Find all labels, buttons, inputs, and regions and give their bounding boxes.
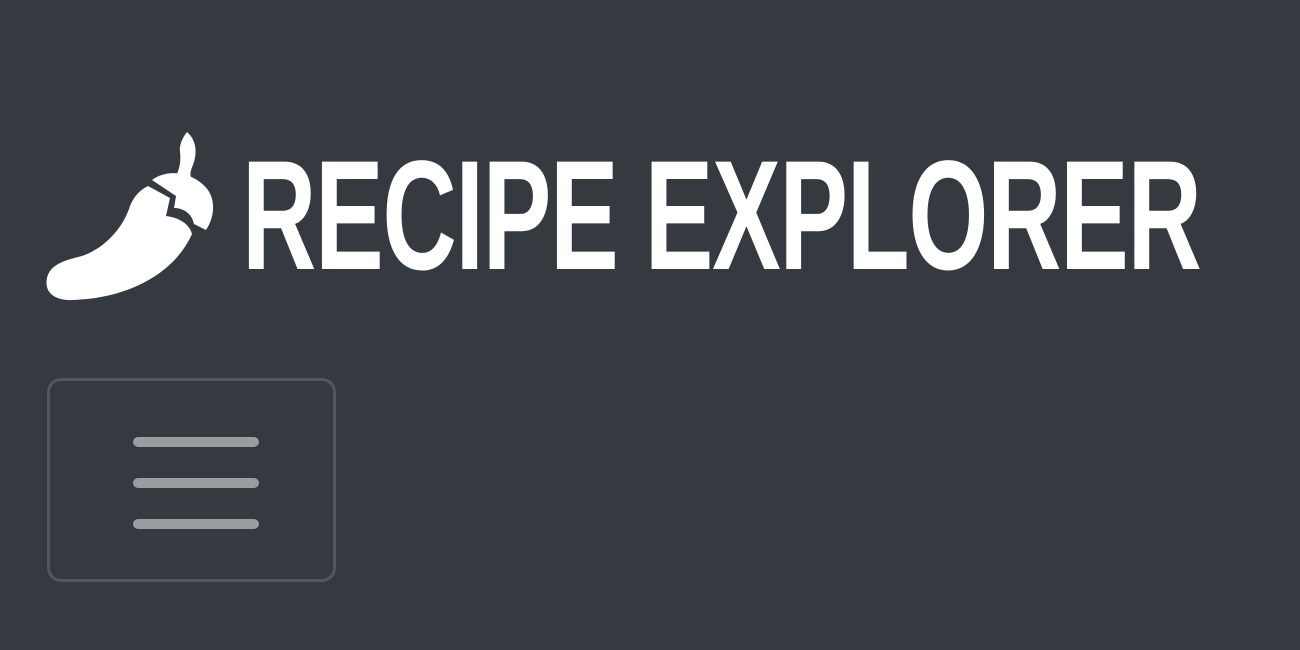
- navbar: Recipe Explorer: [0, 0, 1300, 650]
- brand-name: Recipe Explorer: [242, 128, 1202, 303]
- pepper-hot-icon: [46, 132, 214, 301]
- navbar-toggler-button[interactable]: [47, 378, 336, 582]
- brand-link[interactable]: Recipe Explorer: [44, 128, 1300, 303]
- hamburger-menu-icon: [133, 437, 259, 529]
